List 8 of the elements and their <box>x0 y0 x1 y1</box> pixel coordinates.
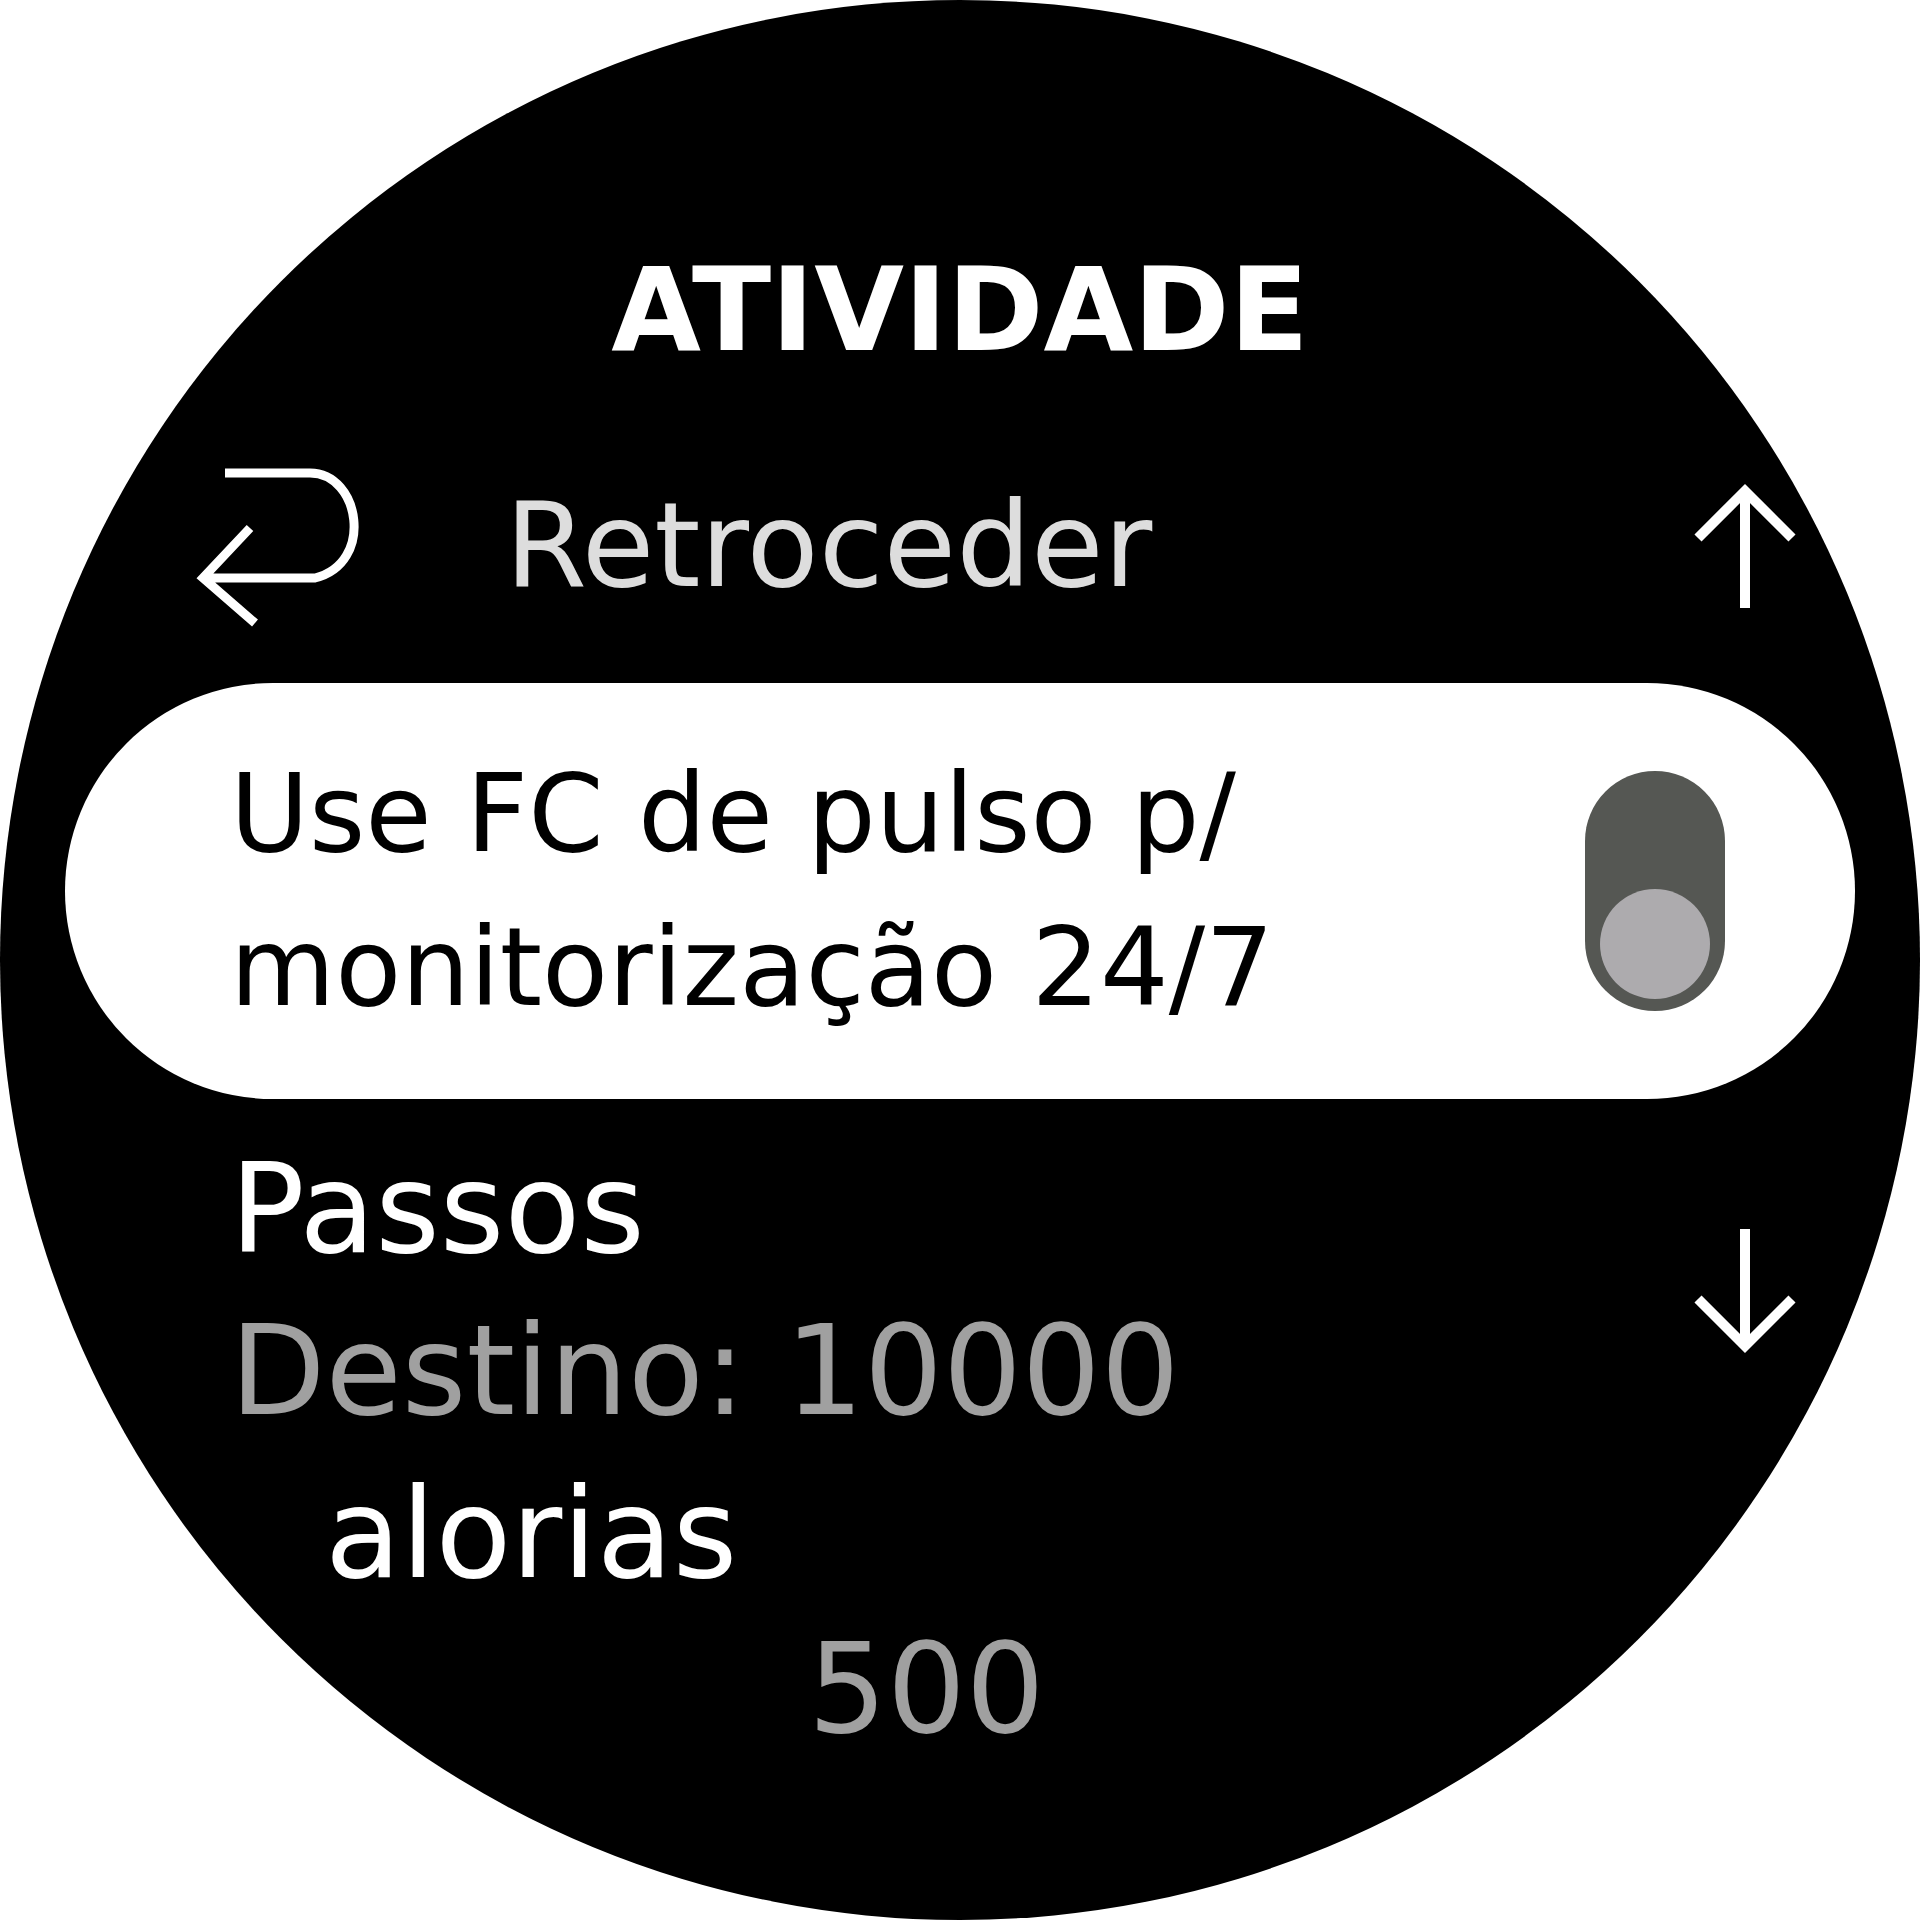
menu-item-value: Destino: 10000 <box>230 1298 1181 1445</box>
menu-item-value: 500 <box>807 1616 1046 1763</box>
back-label[interactable]: Retroceder <box>505 475 1690 615</box>
menu-item-label: Use FC de pulso p/ monitorização 24/7 <box>230 750 1275 1032</box>
menu-item-highlight[interactable]: Use FC de pulso p/ monitorização 24/7 <box>65 683 1855 1099</box>
menu-item-label[interactable]: Passos <box>230 1129 1690 1289</box>
screen-title: ATIVIDADE <box>611 245 1309 375</box>
menu-item-label[interactable]: alorias <box>230 1454 1800 1614</box>
